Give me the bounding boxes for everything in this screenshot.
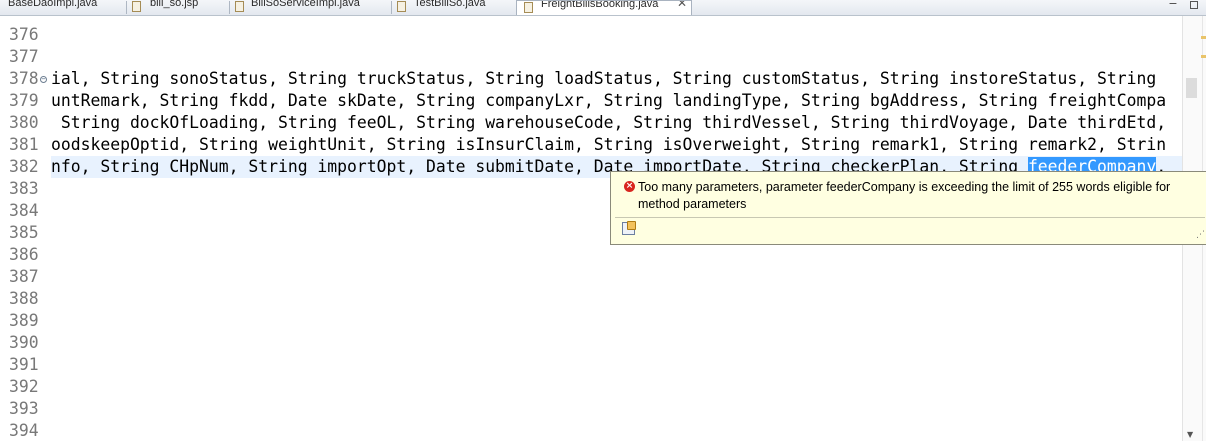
- overview-warning-marker[interactable]: [1201, 36, 1206, 39]
- problem-message-line: Too many parameters, parameter feederCom…: [638, 180, 1171, 194]
- line-number: 393: [9, 399, 39, 418]
- code-line[interactable]: [51, 46, 1182, 68]
- tab-label: BaseDaoImpl.java: [8, 0, 98, 9]
- jsp-file-icon: [132, 1, 141, 12]
- problem-message-line: method parameters: [638, 197, 747, 211]
- line-number: 380: [9, 113, 39, 132]
- popup-divider: [615, 217, 1205, 218]
- line-number: 378: [9, 69, 39, 88]
- tab-label: FreightBillsBooking.java: [541, 0, 659, 10]
- line-number: 382: [9, 157, 39, 176]
- scroll-down-arrow-icon[interactable]: ▼: [1187, 430, 1193, 439]
- line-number: 386: [9, 245, 39, 264]
- scrollbar-thumb[interactable]: [1186, 78, 1197, 98]
- code-line[interactable]: untRemark, String fkdd, Date skDate, Str…: [51, 90, 1182, 112]
- line-number: 391: [9, 355, 39, 374]
- code-line[interactable]: [51, 354, 1182, 376]
- line-number: 384: [9, 201, 39, 220]
- java-file-icon: [397, 1, 406, 12]
- tab-test-bill-so[interactable]: TestBillSo.java: [397, 0, 509, 15]
- line-number: 381: [9, 135, 39, 154]
- code-line[interactable]: [51, 266, 1182, 288]
- line-number: 392: [9, 377, 39, 396]
- code-line[interactable]: [51, 398, 1182, 420]
- code-line[interactable]: [51, 376, 1182, 398]
- tab-separator: [126, 1, 127, 14]
- line-number: 387: [9, 267, 39, 286]
- maximize-icon[interactable]: [1190, 1, 1198, 9]
- overview-warning-marker[interactable]: [1201, 55, 1206, 58]
- tab-separator: [391, 1, 392, 14]
- fold-toggle-icon[interactable]: −: [40, 76, 47, 83]
- problem-message: Too many parameters, parameter feederCom…: [638, 179, 1206, 213]
- code-line[interactable]: [51, 244, 1182, 266]
- tab-bill-so-jsp[interactable]: bill_so.jsp: [132, 0, 224, 15]
- tab-label: BillSoServiceImpl.java: [251, 0, 360, 9]
- tab-freight-bills-booking[interactable]: FreightBillsBooking.java ✕: [516, 0, 692, 15]
- line-number: 389: [9, 311, 39, 330]
- line-number: 383: [9, 179, 39, 198]
- line-number: 379: [9, 91, 39, 110]
- code-line[interactable]: ial, String sonoStatus, String truckStat…: [51, 68, 1182, 90]
- code-line[interactable]: [51, 420, 1182, 442]
- tab-separator: [229, 1, 230, 14]
- code-line[interactable]: String dockOfLoading, String feeOL, Stri…: [51, 112, 1182, 134]
- java-file-icon: [524, 2, 533, 13]
- code-line[interactable]: [51, 24, 1182, 46]
- problem-hover-popup: × Too many parameters, parameter feederC…: [610, 171, 1206, 245]
- resize-grip-icon[interactable]: ⋰: [1196, 230, 1205, 240]
- line-number: 385: [9, 223, 39, 242]
- quick-fix-icon[interactable]: [622, 221, 636, 235]
- line-number: 390: [9, 333, 39, 352]
- close-icon[interactable]: ✕: [677, 1, 687, 9]
- code-line[interactable]: [51, 310, 1182, 332]
- tab-label: bill_so.jsp: [150, 0, 199, 9]
- code-line[interactable]: [51, 288, 1182, 310]
- line-number: 376: [9, 25, 39, 44]
- error-icon: ×: [624, 181, 635, 192]
- line-number: 394: [9, 421, 39, 440]
- code-line[interactable]: oodskeepOptid, String weightUnit, String…: [51, 134, 1182, 156]
- tab-base-dao-impl[interactable]: BaseDaoImpl.java: [0, 0, 118, 15]
- tab-bill-so-service-impl[interactable]: BillSoServiceImpl.java: [235, 0, 387, 15]
- line-number: 388: [9, 289, 39, 308]
- editor-tab-bar: BaseDaoImpl.java bill_so.jsp BillSoServi…: [0, 0, 1206, 16]
- minimize-icon[interactable]: −: [1167, 0, 1179, 11]
- line-number: 377: [9, 47, 39, 66]
- code-line[interactable]: [51, 332, 1182, 354]
- java-file-icon: [235, 1, 244, 12]
- tab-label: TestBillSo.java: [414, 0, 486, 9]
